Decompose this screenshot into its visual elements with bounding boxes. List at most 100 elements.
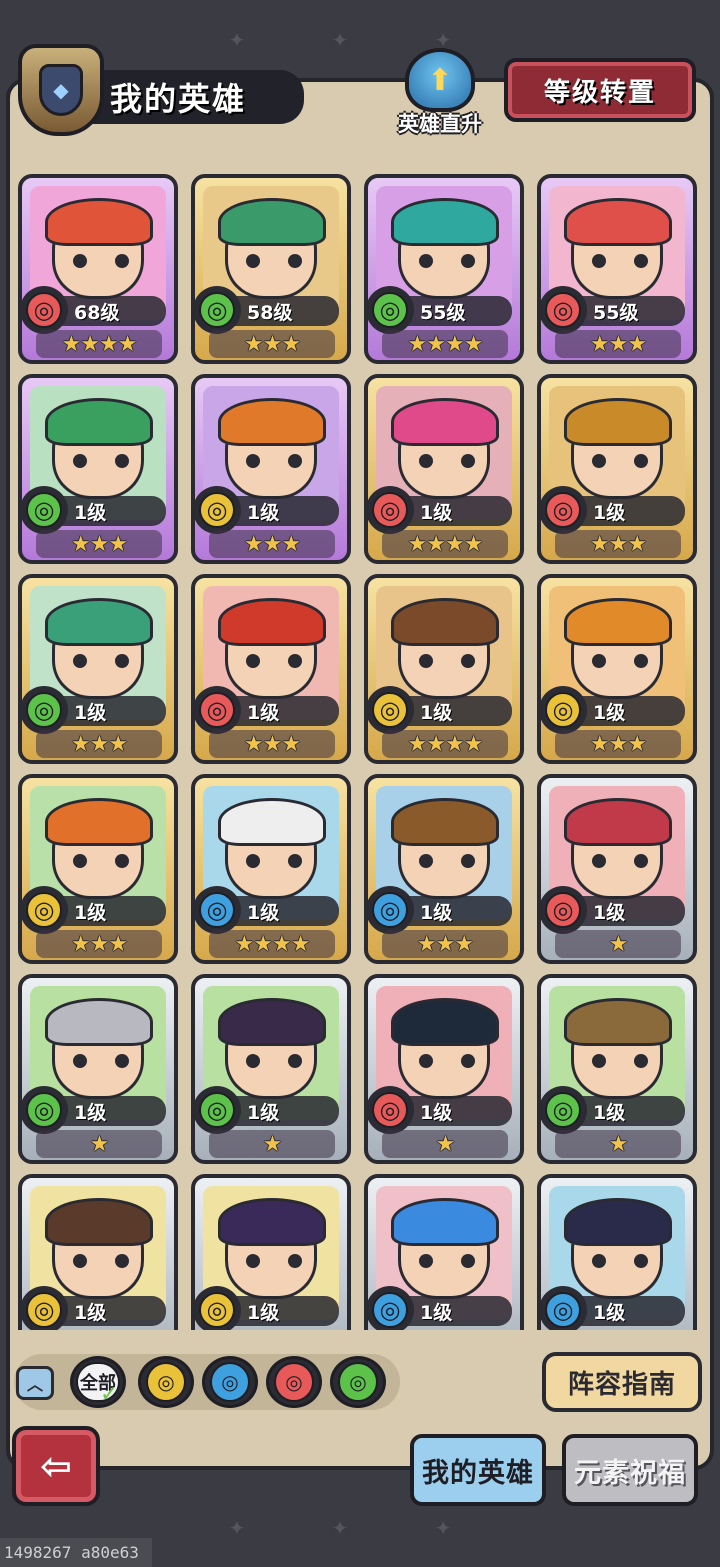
hero-level: 68级 (74, 301, 120, 324)
fire-element-icon: ◎ (22, 286, 68, 334)
wind-element-icon: ◎ (195, 1086, 241, 1134)
water-element-icon: ◎ (368, 1286, 414, 1330)
hero-star-rating: ★★★ (243, 331, 301, 357)
hero-star-rating: ★★★★ (407, 531, 484, 557)
hero-level: 1级 (74, 901, 107, 924)
hero-level: 55级 (420, 301, 466, 324)
hero-direct-upgrade-label: 英雄直升 (398, 112, 482, 136)
header: 我的英雄 ◆ (18, 44, 304, 136)
hero-star-rating: ★★★ (243, 531, 301, 557)
hero-star-rating: ★ (608, 931, 629, 957)
hero-card[interactable]: 55级 ◎ ★★★★ (364, 174, 524, 364)
title-bar: 我的英雄 (82, 70, 304, 124)
hero-card[interactable]: 1级 ◎ ★★★ (364, 774, 524, 964)
hero-star-rating: ★★★ (70, 731, 128, 757)
fire-element-icon: ◎ (541, 886, 587, 934)
hero-card[interactable]: 1级 ◎ ★ (537, 774, 697, 964)
tab-element-blessing-label: 元素祝福 (574, 1457, 686, 1489)
hero-star-rating: ★★★★ (407, 331, 484, 357)
tab-element-blessing[interactable]: 元素祝福 (562, 1434, 698, 1506)
hero-card[interactable]: 1级 ◎ ★★★ (191, 374, 351, 564)
game-screen: ✦ ✦ ✦ 我的英雄 ◆ ⬆ 英雄直升 等级转置 68级 ◎ ★★★★ 58级 ◎ ★★★… (0, 0, 720, 1567)
water-element-icon: ◎ (210, 1362, 250, 1402)
page-title: 我的英雄 (110, 80, 247, 118)
hero-direct-upgrade-button[interactable]: ⬆ 英雄直升 (390, 48, 490, 144)
hero-card[interactable]: 1级 ◎ (537, 1174, 697, 1330)
hero-level: 1级 (420, 501, 453, 524)
hero-star-rating: ★ (608, 1131, 629, 1157)
hero-card[interactable]: 1级 ◎ ★★★ (191, 574, 351, 764)
hero-card[interactable]: 1级 ◎ ★ (364, 974, 524, 1164)
water-element-icon: ◎ (195, 886, 241, 934)
checkmark-icon: ✓ (100, 1382, 119, 1407)
hero-star-rating: ★★★ (243, 731, 301, 757)
hero-star-rating: ★★★ (70, 531, 128, 557)
hero-level: 1级 (593, 901, 626, 924)
filter-wind-button[interactable]: ◎ (330, 1356, 386, 1408)
hero-card[interactable]: 1级 ◎ ★★★ (18, 774, 178, 964)
hero-star-rating: ★ (435, 1131, 456, 1157)
hero-level: 1级 (420, 1301, 453, 1324)
hero-card[interactable]: 1级 ◎ (18, 1174, 178, 1330)
hero-level: 55级 (593, 301, 639, 324)
footer-id: 1498267 a80e63 (0, 1538, 152, 1567)
filter-fire-button[interactable]: ◎ (266, 1356, 322, 1408)
filter-earth-button[interactable]: ◎ (138, 1356, 194, 1408)
hero-star-rating: ★★★ (589, 531, 647, 557)
hero-grid: 68级 ◎ ★★★★ 58级 ◎ ★★★ 55级 ◎ ★★★★ 55级 ◎ ★★★ 1级 ◎ ★★★ 1级 ◎ ★… (14, 174, 706, 1330)
fire-element-icon: ◎ (541, 486, 587, 534)
hero-level: 1级 (593, 501, 626, 524)
earth-element-icon: ◎ (541, 686, 587, 734)
lineup-guide-label: 阵容指南 (567, 1369, 676, 1400)
hero-level: 1级 (74, 701, 107, 724)
hero-card[interactable]: 1级 ◎ ★ (191, 974, 351, 1164)
hero-card[interactable]: 1级 ◎ ★ (537, 974, 697, 1164)
hero-star-rating: ★★★ (589, 331, 647, 357)
hero-star-rating: ★ (89, 1131, 110, 1157)
wind-element-icon: ◎ (541, 1086, 587, 1134)
tab-my-heroes[interactable]: 我的英雄 (410, 1434, 546, 1506)
hero-level: 1级 (74, 1101, 107, 1124)
filter-water-button[interactable]: ◎ (202, 1356, 258, 1408)
level-reset-button[interactable]: 等级转置 (504, 58, 696, 122)
hero-card[interactable]: 1级 ◎ ★★★ (18, 574, 178, 764)
chevron-up-icon[interactable]: ︿ (16, 1366, 54, 1400)
hero-star-rating: ★★★★ (61, 331, 138, 357)
hero-card[interactable]: 1级 ◎ ★★★ (18, 374, 178, 564)
hero-level: 1级 (74, 1301, 107, 1324)
hero-level: 1级 (74, 501, 107, 524)
hero-level: 1级 (593, 1301, 626, 1324)
hero-card[interactable]: 1级 ◎ ★★★ (537, 574, 697, 764)
earth-element-icon: ◎ (22, 1286, 68, 1330)
hero-card[interactable]: 1级 ◎ ★★★ (537, 374, 697, 564)
earth-element-icon: ◎ (195, 486, 241, 534)
hero-card[interactable]: 1级 ◎ ★ (18, 974, 178, 1164)
earth-element-icon: ◎ (146, 1362, 186, 1402)
hero-card[interactable]: 1级 ◎ ★★★★ (364, 574, 524, 764)
water-element-icon: ◎ (368, 886, 414, 934)
hero-star-rating: ★★★★ (407, 731, 484, 757)
hero-level: 58级 (247, 301, 293, 324)
wind-element-icon: ◎ (22, 486, 68, 534)
hero-star-rating: ★★★ (416, 931, 474, 957)
hero-card[interactable]: 1级 ◎ ★★★★ (191, 774, 351, 964)
hero-star-rating: ★ (262, 1131, 283, 1157)
hero-star-rating: ★★★★ (234, 931, 311, 957)
hero-level: 1级 (247, 501, 280, 524)
fire-element-icon: ◎ (368, 486, 414, 534)
hero-card[interactable]: 68级 ◎ ★★★★ (18, 174, 178, 364)
lineup-guide-button[interactable]: 阵容指南 (542, 1352, 702, 1412)
wind-element-icon: ◎ (22, 686, 68, 734)
hero-card[interactable]: 1级 ◎ (364, 1174, 524, 1330)
earth-element-icon: ◎ (195, 1286, 241, 1330)
hero-card[interactable]: 55级 ◎ ★★★ (537, 174, 697, 364)
back-arrow-icon[interactable]: ⇦ (12, 1426, 100, 1506)
hero-star-rating: ★★★ (589, 731, 647, 757)
hero-card[interactable]: 1级 ◎ ★★★★ (364, 374, 524, 564)
fire-element-icon: ◎ (274, 1362, 314, 1402)
hero-level: 1级 (593, 701, 626, 724)
water-element-icon: ◎ (541, 1286, 587, 1330)
hero-card[interactable]: 58级 ◎ ★★★ (191, 174, 351, 364)
earth-element-icon: ◎ (368, 686, 414, 734)
hero-card[interactable]: 1级 ◎ (191, 1174, 351, 1330)
